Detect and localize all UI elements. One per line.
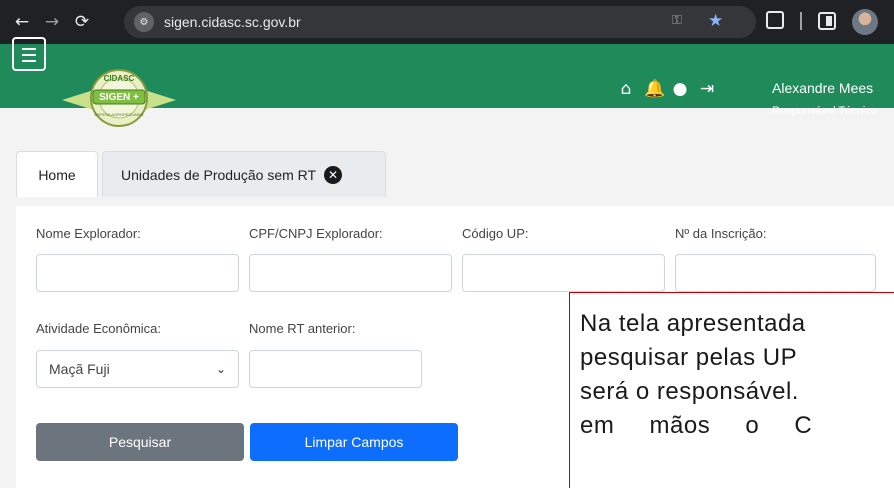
- cpf-input[interactable]: [249, 254, 452, 292]
- home-icon[interactable]: ⌂: [617, 80, 635, 98]
- nome-explorador-label: Nome Explorador:: [36, 226, 141, 241]
- note-line: Na tela apresentada: [580, 310, 806, 337]
- rt-anterior-input[interactable]: [249, 350, 422, 388]
- tab-unidades-label: Unidades de Produção sem RT: [121, 166, 317, 183]
- inscricao-input[interactable]: [675, 254, 876, 292]
- instruction-note: Na tela apresentada pesquisar pelas UP s…: [569, 292, 894, 488]
- user-role: Responsável Técnico: [772, 105, 877, 117]
- hamburger-menu-button[interactable]: [12, 37, 46, 71]
- user-name[interactable]: Alexandre Mees: [772, 80, 873, 96]
- forward-arrow-icon[interactable]: →: [38, 8, 66, 36]
- svg-text:CIDASC: CIDASC: [104, 74, 135, 83]
- search-button[interactable]: Pesquisar: [36, 423, 244, 461]
- logout-icon[interactable]: ⇥: [698, 80, 716, 98]
- clear-fields-button[interactable]: Limpar Campos: [250, 423, 458, 461]
- rt-anterior-label: Nome RT anterior:: [249, 321, 356, 336]
- note-line: em mãos o C: [580, 412, 813, 439]
- note-line: será o responsável.: [580, 378, 799, 405]
- atividade-selected-value: Maçã Fuji: [49, 361, 110, 377]
- inscricao-label: Nº da Inscrição:: [675, 226, 767, 241]
- svg-text:SIGEN +: SIGEN +: [99, 92, 139, 103]
- cpf-label: CPF/CNPJ Explorador:: [249, 226, 383, 241]
- bell-icon[interactable]: 🔔: [644, 80, 665, 98]
- tab-unidades-sem-rt[interactable]: Unidades de Produção sem RT ✕: [102, 151, 386, 197]
- codigo-up-input[interactable]: [462, 254, 665, 292]
- sigen-logo[interactable]: SIGEN + CIDASC DEFESA AGROPECUARIA: [60, 66, 178, 130]
- close-tab-icon[interactable]: ✕: [324, 165, 343, 184]
- tab-home[interactable]: Home: [16, 151, 98, 197]
- url-text[interactable]: sigen.cidasc.sc.gov.br: [164, 14, 301, 30]
- tab-home-label: Home: [38, 166, 76, 183]
- key-icon[interactable]: ⚿: [672, 13, 682, 28]
- atividade-select[interactable]: Maçã Fuji ⌄: [36, 350, 239, 388]
- user-icon[interactable]: ●: [671, 80, 689, 98]
- site-info-icon[interactable]: ⚙: [134, 12, 154, 32]
- side-panel-icon[interactable]: [818, 12, 836, 30]
- nome-explorador-input[interactable]: [36, 254, 239, 292]
- extensions-icon[interactable]: [766, 11, 784, 29]
- svg-text:DEFESA AGROPECUARIA: DEFESA AGROPECUARIA: [95, 112, 144, 117]
- codigo-up-label: Código UP:: [462, 226, 529, 241]
- reload-icon[interactable]: ⟳: [68, 8, 96, 36]
- chevron-down-icon: ⌄: [215, 362, 226, 376]
- note-line: pesquisar pelas UP: [580, 344, 798, 371]
- profile-avatar[interactable]: [852, 9, 878, 35]
- atividade-label: Atividade Econômica:: [36, 321, 162, 336]
- browser-toolbar: ← → ⟳ ⚙ sigen.cidasc.sc.gov.br ⚿ ★: [0, 0, 894, 44]
- back-arrow-icon[interactable]: ←: [8, 8, 36, 36]
- bookmark-star-icon[interactable]: ★: [708, 11, 723, 31]
- address-bar[interactable]: ⚙ sigen.cidasc.sc.gov.br ⚿ ★: [124, 6, 756, 38]
- toolbar-divider: [800, 12, 802, 30]
